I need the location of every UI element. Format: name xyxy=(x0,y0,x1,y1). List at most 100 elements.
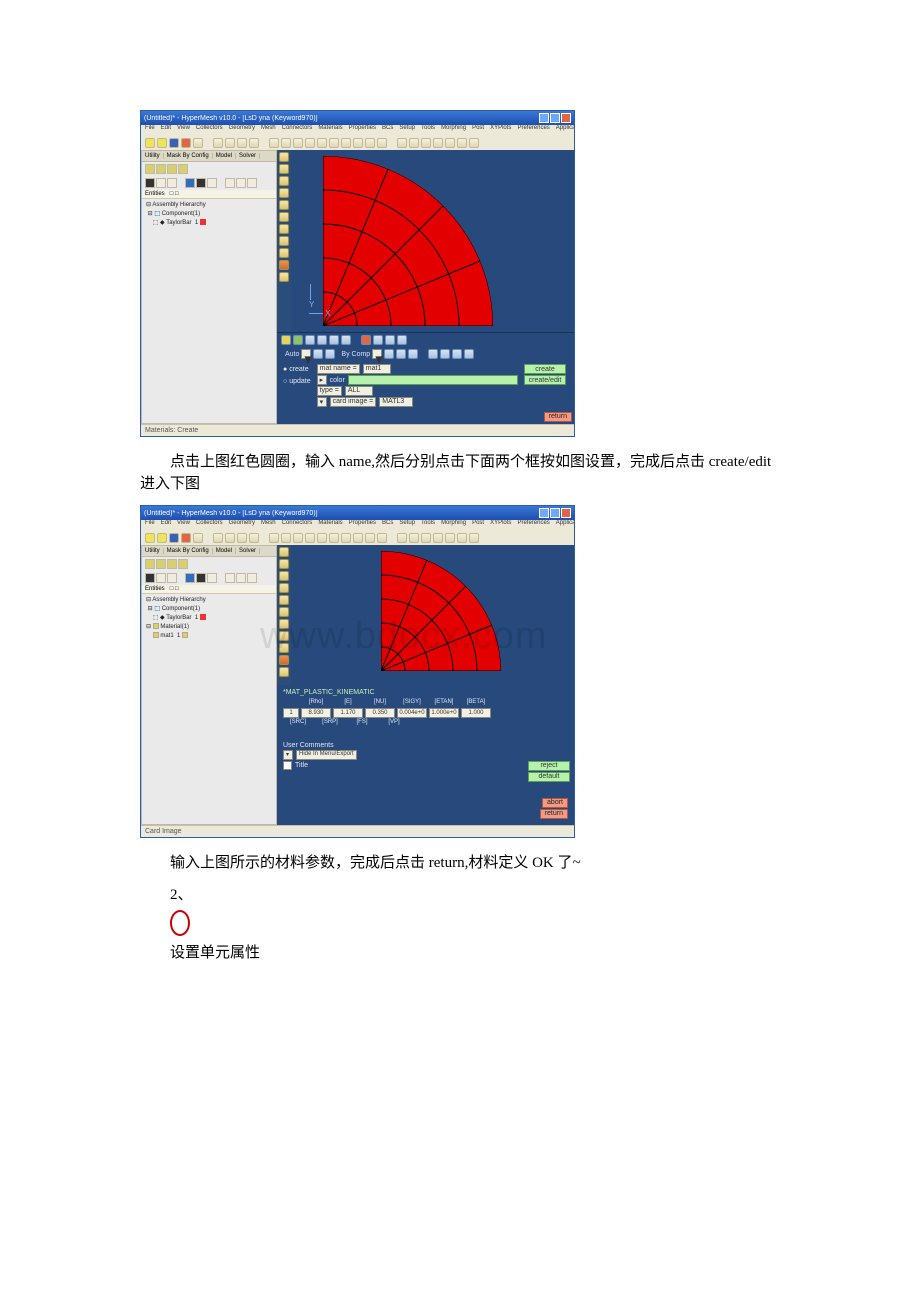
view-icon[interactable] xyxy=(469,138,479,148)
view-icon[interactable] xyxy=(397,138,407,148)
save-icon[interactable] xyxy=(169,533,179,543)
side-tool-icon[interactable] xyxy=(279,655,289,665)
return-button[interactable]: return xyxy=(540,809,568,819)
minimize-button[interactable] xyxy=(539,113,549,123)
view-icon[interactable] xyxy=(365,533,375,543)
abort-button[interactable]: abort xyxy=(542,798,568,808)
panel-icon[interactable] xyxy=(156,164,166,174)
view-icon[interactable] xyxy=(293,533,303,543)
view-icon[interactable] xyxy=(269,138,279,148)
vis-icon[interactable] xyxy=(341,335,351,345)
tool-icon[interactable] xyxy=(237,533,247,543)
close-button[interactable] xyxy=(561,113,571,123)
view-icon[interactable] xyxy=(469,533,479,543)
close-button[interactable] xyxy=(561,508,571,518)
vis-icon[interactable] xyxy=(293,335,303,345)
view-icon[interactable] xyxy=(305,138,315,148)
new-icon[interactable] xyxy=(145,533,155,543)
side-tool-icon[interactable] xyxy=(279,619,289,629)
card-cell[interactable]: 8.930 xyxy=(301,708,331,718)
side-tool-icon[interactable] xyxy=(279,224,289,234)
vis-icon[interactable] xyxy=(428,349,438,359)
side-tool-icon[interactable] xyxy=(279,667,289,677)
tab-utility[interactable]: Utility xyxy=(142,153,164,159)
create-edit-button[interactable]: create/edit xyxy=(524,375,566,385)
side-tool-icon[interactable] xyxy=(279,164,289,174)
side-tool-icon[interactable] xyxy=(279,547,289,557)
view-icon[interactable] xyxy=(377,138,387,148)
title-checkbox[interactable] xyxy=(283,761,292,770)
view-icon[interactable] xyxy=(341,138,351,148)
view-icon[interactable] xyxy=(305,533,315,543)
side-tool-icon[interactable] xyxy=(279,152,289,162)
view-icon[interactable] xyxy=(281,533,291,543)
panel-icon[interactable] xyxy=(236,573,246,583)
model-tree[interactable]: ⊟ Assembly Hierarchy ⊟ ⬚ Component(1) ⬚ … xyxy=(142,594,276,643)
vis-icon[interactable] xyxy=(397,335,407,345)
tab-mask[interactable]: Mask By Config xyxy=(164,548,213,554)
view-icon[interactable] xyxy=(433,138,443,148)
panel-icon[interactable] xyxy=(185,178,195,188)
view-icon[interactable] xyxy=(445,533,455,543)
tab-utility[interactable]: Utility xyxy=(142,548,164,554)
model-tree[interactable]: ⊟ Assembly Hierarchy ⊟ ⬚ Component(1) ⬚ … xyxy=(142,199,276,230)
panel-icon[interactable] xyxy=(145,559,155,569)
open-icon[interactable] xyxy=(157,138,167,148)
panel-icon[interactable] xyxy=(178,559,188,569)
side-tool-icon[interactable] xyxy=(279,631,289,641)
vis-icon[interactable] xyxy=(373,335,383,345)
panel-icon[interactable] xyxy=(178,164,188,174)
radio-create[interactable]: create xyxy=(283,366,309,373)
return-button[interactable]: return xyxy=(544,412,572,422)
side-tool-icon[interactable] xyxy=(279,583,289,593)
panel-icon[interactable] xyxy=(225,573,235,583)
tab-model[interactable]: Model xyxy=(213,548,236,554)
reject-button[interactable]: reject xyxy=(528,761,570,771)
view-icon[interactable] xyxy=(397,533,407,543)
panel-icon[interactable] xyxy=(167,573,177,583)
card-cell[interactable]: 1.000 xyxy=(461,708,491,718)
panel-icon[interactable] xyxy=(225,178,235,188)
card-cell[interactable]: 1.170 xyxy=(333,708,363,718)
tab-solver[interactable]: Solver xyxy=(236,548,260,554)
panel-icon[interactable] xyxy=(145,178,155,188)
hide-option[interactable]: Hide In Menu/Export xyxy=(296,750,357,760)
view-icon[interactable] xyxy=(457,533,467,543)
bycomp-combo[interactable]: ▾ xyxy=(372,349,382,359)
side-tool-icon[interactable] xyxy=(279,248,289,258)
auto-combo[interactable]: ▾ xyxy=(301,349,311,359)
side-tool-icon[interactable] xyxy=(279,176,289,186)
side-toolbar[interactable] xyxy=(277,545,291,685)
tool-icon[interactable] xyxy=(225,138,235,148)
side-tool-icon[interactable] xyxy=(279,607,289,617)
matname-input[interactable]: mat1 xyxy=(363,364,391,374)
tab-model[interactable]: Model xyxy=(213,153,236,159)
card-cell[interactable]: 1 xyxy=(283,708,299,718)
view-icon[interactable] xyxy=(409,138,419,148)
panel-icon[interactable] xyxy=(167,164,177,174)
view-icon[interactable] xyxy=(329,533,339,543)
minimize-button[interactable] xyxy=(539,508,549,518)
type-input[interactable]: ALL xyxy=(345,386,373,396)
tool-icon[interactable] xyxy=(193,138,203,148)
view-icon[interactable] xyxy=(353,138,363,148)
maximize-button[interactable] xyxy=(550,113,560,123)
card-cell[interactable]: 0.350 xyxy=(365,708,395,718)
radio-update[interactable]: update xyxy=(283,378,311,385)
panel-icon[interactable] xyxy=(247,573,257,583)
vis-icon[interactable] xyxy=(440,349,450,359)
view-icon[interactable] xyxy=(341,533,351,543)
menu-bar[interactable]: FileEditViewCollectorsGeometryMeshConnec… xyxy=(141,125,574,136)
default-button[interactable]: default xyxy=(528,772,570,782)
side-tool-icon[interactable] xyxy=(279,236,289,246)
view-icon[interactable] xyxy=(377,533,387,543)
vis-icon[interactable] xyxy=(408,349,418,359)
graphics-area[interactable]: Y X xyxy=(291,150,574,332)
undo-icon[interactable] xyxy=(181,533,191,543)
side-tool-icon[interactable] xyxy=(279,595,289,605)
tool-icon[interactable] xyxy=(193,533,203,543)
side-tool-icon[interactable] xyxy=(279,200,289,210)
vis-icon[interactable] xyxy=(384,349,394,359)
tool-icon[interactable] xyxy=(213,533,223,543)
view-icon[interactable] xyxy=(329,138,339,148)
